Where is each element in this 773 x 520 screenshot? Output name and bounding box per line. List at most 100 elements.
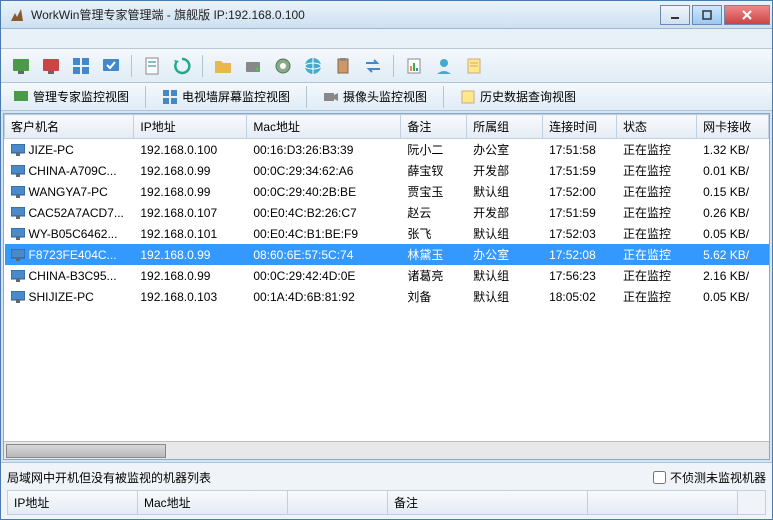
table-cell: 18:05:02 [543, 286, 617, 307]
table-cell: 赵云 [401, 202, 467, 223]
bottom-column-header[interactable]: 备注 [388, 491, 588, 514]
refresh-icon[interactable] [170, 54, 194, 78]
table-cell: 0.01 KB/ [697, 160, 769, 181]
window-controls [660, 5, 770, 25]
report-icon[interactable] [402, 54, 426, 78]
view-camera[interactable]: 摄像头监控视图 [319, 86, 431, 107]
bottom-column-header[interactable] [588, 491, 738, 514]
minimize-button[interactable] [660, 5, 690, 25]
column-header[interactable]: 客户机名 [5, 115, 134, 139]
table-row[interactable]: CAC52A7ACD7...192.168.0.10700:E0:4C:B2:2… [5, 202, 769, 223]
user-icon[interactable] [432, 54, 456, 78]
column-header[interactable]: Mac地址 [247, 115, 401, 139]
table-cell: 17:56:23 [543, 265, 617, 286]
table-cell: 192.168.0.101 [134, 223, 247, 244]
column-header[interactable]: 连接时间 [543, 115, 617, 139]
table-cell: 08:60:6E:57:5C:74 [247, 244, 401, 265]
disk-icon[interactable] [241, 54, 265, 78]
table-row[interactable]: WANGYA7-PC192.168.0.9900:0C:29:40:2B:BE贾… [5, 181, 769, 202]
table-cell: 17:51:59 [543, 160, 617, 181]
table-cell: 开发部 [467, 160, 543, 181]
table-row[interactable]: F8723FE404C...192.168.0.9908:60:6E:57:5C… [5, 244, 769, 265]
table-cell: 192.168.0.99 [134, 244, 247, 265]
monitor-red-icon[interactable] [39, 54, 63, 78]
computer-icon [11, 165, 25, 177]
page-icon[interactable] [140, 54, 164, 78]
column-header[interactable]: 备注 [401, 115, 467, 139]
view-label: 电视墙屏幕监控视图 [182, 88, 290, 105]
table-cell: 办公室 [467, 139, 543, 161]
column-header[interactable]: 状态 [616, 115, 696, 139]
table-cell: 0.05 KB/ [697, 286, 769, 307]
settings-icon[interactable] [271, 54, 295, 78]
folder-icon[interactable] [211, 54, 235, 78]
table-cell: 正在监控 [616, 223, 696, 244]
scroll-thumb[interactable] [6, 444, 166, 458]
table-row[interactable]: CHINA-B3C95...192.168.0.9900:0C:29:42:4D… [5, 265, 769, 286]
table-cell: 开发部 [467, 202, 543, 223]
table-cell: CAC52A7ACD7... [5, 202, 134, 223]
separator [202, 55, 203, 77]
grid-blue-icon[interactable] [69, 54, 93, 78]
view-tvwall[interactable]: 电视墙屏幕监控视图 [158, 86, 294, 107]
bottom-column-header[interactable]: Mac地址 [138, 491, 288, 514]
table-cell: 1.32 KB/ [697, 139, 769, 161]
computer-icon [11, 291, 25, 303]
history-icon [460, 89, 476, 105]
table-cell: 192.168.0.107 [134, 202, 247, 223]
table-cell: 默认组 [467, 286, 543, 307]
table-cell: 17:52:00 [543, 181, 617, 202]
table-cell: 00:E0:4C:B1:BE:F9 [247, 223, 401, 244]
table-cell: 00:0C:29:40:2B:BE [247, 181, 401, 202]
bottom-title: 局域网中开机但没有被监视的机器列表 [7, 469, 211, 486]
table-row[interactable]: SHIJIZE-PC192.168.0.10300:1A:4D:6B:81:92… [5, 286, 769, 307]
view-expert-monitor[interactable]: 管理专家监控视图 [9, 86, 133, 107]
computer-icon [11, 144, 25, 156]
view-label: 管理专家监控视图 [33, 88, 129, 105]
table-cell: 192.168.0.99 [134, 181, 247, 202]
table-cell: 林黛玉 [401, 244, 467, 265]
bottom-table-headers: IP地址Mac地址 备注 [7, 490, 766, 515]
table-cell: 阮小二 [401, 139, 467, 161]
monitor-icon [13, 89, 29, 105]
view-history[interactable]: 历史数据查询视图 [456, 86, 580, 107]
clipboard-icon[interactable] [331, 54, 355, 78]
table-row[interactable]: JIZE-PC192.168.0.10000:16:D3:26:B3:39阮小二… [5, 139, 769, 161]
table-cell: 正在监控 [616, 286, 696, 307]
table-row[interactable]: WY-B05C6462...192.168.0.10100:E0:4C:B1:B… [5, 223, 769, 244]
table-cell: 192.168.0.99 [134, 265, 247, 286]
exchange-icon[interactable] [361, 54, 385, 78]
table-cell: 默认组 [467, 181, 543, 202]
bottom-panel: 局域网中开机但没有被监视的机器列表 不侦测未监视机器 IP地址Mac地址 备注 [1, 462, 772, 519]
table-cell: 正在监控 [616, 160, 696, 181]
globe-icon[interactable] [301, 54, 325, 78]
table-row[interactable]: CHINA-A709C...192.168.0.9900:0C:29:34:62… [5, 160, 769, 181]
column-header[interactable]: IP地址 [134, 115, 247, 139]
bottom-column-header[interactable]: IP地址 [8, 491, 138, 514]
table-cell: 0.05 KB/ [697, 223, 769, 244]
separator [306, 86, 307, 108]
column-header[interactable]: 所属组 [467, 115, 543, 139]
monitor-check-icon[interactable] [99, 54, 123, 78]
table-cell: 192.168.0.99 [134, 160, 247, 181]
table-cell: 00:1A:4D:6B:81:92 [247, 286, 401, 307]
table-cell: 192.168.0.100 [134, 139, 247, 161]
client-table-wrap[interactable]: 客户机名IP地址Mac地址备注所属组连接时间状态网卡接收 JIZE-PC192.… [4, 114, 769, 441]
window-title: WorkWin管理专家管理端 - 旗舰版 IP:192.168.0.100 [31, 6, 660, 23]
table-cell: 薛宝钗 [401, 160, 467, 181]
horizontal-scrollbar[interactable] [4, 441, 769, 459]
no-detect-input[interactable] [653, 471, 666, 484]
view-toolbar: 管理专家监控视图 电视墙屏幕监控视图 摄像头监控视图 历史数据查询视图 [1, 83, 772, 111]
maximize-button[interactable] [692, 5, 722, 25]
table-cell: F8723FE404C... [5, 244, 134, 265]
main-toolbar [1, 49, 772, 83]
table-cell: 张飞 [401, 223, 467, 244]
no-detect-checkbox[interactable]: 不侦测未监视机器 [653, 469, 766, 486]
column-header[interactable]: 网卡接收 [697, 115, 769, 139]
close-button[interactable] [724, 5, 770, 25]
monitor-green-icon[interactable] [9, 54, 33, 78]
note-icon[interactable] [462, 54, 486, 78]
table-cell: 默认组 [467, 265, 543, 286]
bottom-column-header[interactable] [288, 491, 388, 514]
table-cell: 0.26 KB/ [697, 202, 769, 223]
